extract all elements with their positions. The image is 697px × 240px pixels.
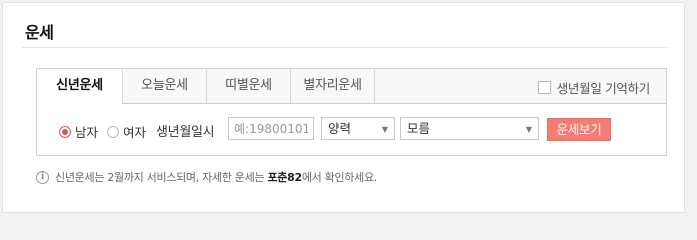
title-divider <box>22 47 668 48</box>
info-icon: i <box>36 170 49 184</box>
remember-birthdate[interactable]: 생년월일 기억하기 <box>537 78 651 97</box>
birth-time-value: 모름 <box>407 121 431 136</box>
birthdate-label: 생년월일시 <box>156 125 215 140</box>
chevron-down-icon: ▼ <box>525 125 532 134</box>
gender-male-radio[interactable] <box>59 125 71 138</box>
widget-title: 운세 <box>25 23 54 42</box>
tab-zodiac-animal-fortune[interactable]: 띠별운세 <box>207 69 291 104</box>
gender-female-label: 여자 <box>123 125 147 140</box>
gender-male-option[interactable]: 남자 <box>59 122 98 141</box>
tab-today-fortune[interactable]: 오늘운세 <box>123 69 207 104</box>
birthdate-input[interactable] <box>228 117 314 140</box>
remember-label: 생년월일 기억하기 <box>556 81 651 96</box>
fortune-panel: 신년운세 오늘운세 띠별운세 별자리운세 생년월일 기억하기 남자 여자 생년월… <box>36 68 667 156</box>
gender-female-radio[interactable] <box>107 125 119 138</box>
notice-highlight: 포춘82 <box>267 171 302 184</box>
notice-text: 신년운세는 2월까지 서비스되며, 자세한 운세는 포춘82에서 확인하세요. <box>55 169 377 185</box>
fortune-form: 남자 여자 생년월일시 양력 ▼ 모름 ▼ 운세보기 <box>37 105 666 155</box>
calendar-type-select[interactable]: 양력 ▼ <box>321 117 395 140</box>
notice-text-before: 신년운세는 2월까지 서비스되며, 자세한 운세는 <box>55 171 268 184</box>
service-notice: i 신년운세는 2월까지 서비스되며, 자세한 운세는 포춘82에서 확인하세요… <box>36 169 377 185</box>
chevron-down-icon: ▼ <box>381 125 388 134</box>
gender-female-option[interactable]: 여자 <box>107 122 146 141</box>
tab-new-year-fortune[interactable]: 신년운세 <box>37 69 123 105</box>
gender-male-label: 남자 <box>75 125 99 140</box>
notice-text-after: 에서 확인하세요. <box>301 171 377 184</box>
birth-time-select[interactable]: 모름 ▼ <box>400 117 539 140</box>
calendar-type-value: 양력 <box>328 121 352 136</box>
tab-constellation-fortune[interactable]: 별자리운세 <box>291 69 375 104</box>
view-fortune-button[interactable]: 운세보기 <box>547 118 611 141</box>
tab-bar: 신년운세 오늘운세 띠별운세 별자리운세 생년월일 기억하기 <box>37 69 666 105</box>
remember-checkbox[interactable] <box>537 81 551 94</box>
